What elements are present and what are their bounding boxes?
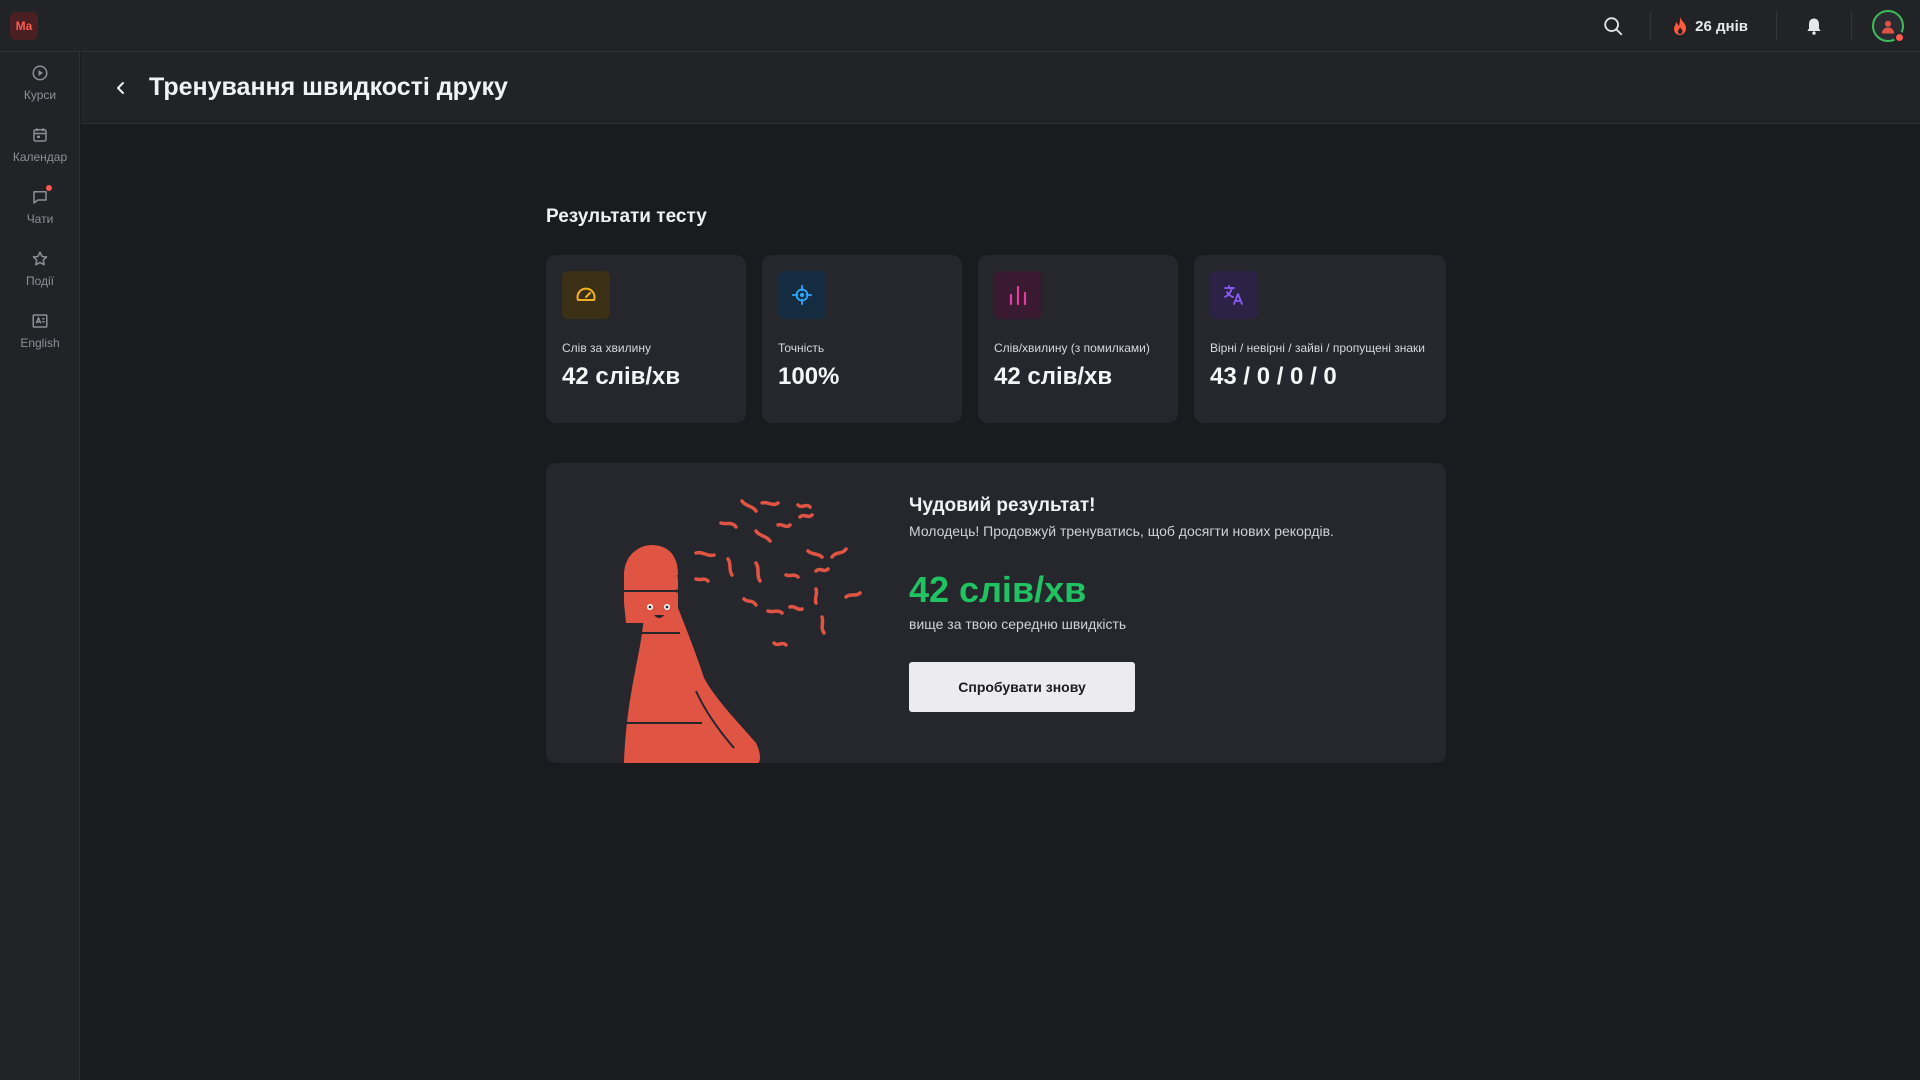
stat-card-characters: Вірні / невірні / зайві / пропущені знак… xyxy=(1194,255,1446,423)
stat-value: 100% xyxy=(778,363,840,390)
sidebar-item-label: Чати xyxy=(26,212,54,226)
search-icon xyxy=(1604,17,1623,36)
result-text: Чудовий результат! Молодець! Продовжуй т… xyxy=(909,495,1429,712)
card-icon-bg xyxy=(778,271,826,319)
chevron-left-icon xyxy=(117,81,124,94)
celebration-illustration xyxy=(623,499,862,763)
unread-badge xyxy=(46,185,52,191)
stat-card-accuracy: Точність 100% xyxy=(762,255,962,423)
stat-label: Слів за хвилину xyxy=(562,341,651,355)
stat-label: Вірні / невірні / зайві / пропущені знак… xyxy=(1210,341,1426,355)
fire-icon xyxy=(1674,17,1687,35)
user-icon xyxy=(1882,20,1894,34)
sidebar-item-calendar[interactable]: Календар xyxy=(0,114,80,176)
stat-card-wpm: Слів за хвилину 42 слів/хв xyxy=(546,255,746,423)
sidebar-item-label: Курси xyxy=(23,88,57,102)
app-logo[interactable]: Ma xyxy=(10,12,38,40)
book-icon xyxy=(32,314,48,328)
speedometer-icon xyxy=(576,287,596,301)
streak-text: 26 днів xyxy=(1695,17,1748,35)
sidebar-item-courses[interactable]: Курси xyxy=(0,52,80,114)
avatar[interactable] xyxy=(1872,10,1905,43)
sidebar-item-label: Події xyxy=(25,274,55,288)
stat-label: Слів/хвилину (з помилками) xyxy=(994,341,1150,355)
divider xyxy=(1776,11,1777,41)
result-speed: 42 слів/хв xyxy=(909,569,1087,610)
sidebar-item-label: English xyxy=(20,336,60,350)
result-subtitle: Молодець! Продовжуй тренуватись, щоб дос… xyxy=(909,523,1334,539)
chat-icon xyxy=(33,191,47,204)
play-circle-icon xyxy=(32,65,48,81)
bell-icon xyxy=(1807,18,1821,35)
bar-chart-icon xyxy=(1009,285,1027,306)
notifications-button[interactable] xyxy=(1797,9,1831,43)
back-button[interactable] xyxy=(109,76,133,100)
result-title: Чудовий результат! xyxy=(909,495,1096,516)
stat-value: 42 слів/хв xyxy=(562,363,681,390)
stat-value: 42 слів/хв xyxy=(994,363,1113,390)
stat-card-wpm-errors: Слів/хвилину (з помилками) 42 слів/хв xyxy=(978,255,1178,423)
page-title: Тренування швидкості друку xyxy=(149,73,508,101)
result-note: вище за твою середню швидкість xyxy=(909,616,1127,632)
results-section: Результати тесту Слів за хвилину 42 слів… xyxy=(546,206,1446,763)
streak-counter[interactable]: 26 днів xyxy=(1651,16,1776,36)
translate-icon xyxy=(1224,285,1243,305)
top-bar: Ma 26 днів xyxy=(0,0,1920,52)
avatar-status-badge xyxy=(1894,32,1905,43)
sidebar-item-english[interactable]: English xyxy=(0,300,80,362)
stat-value: 43 / 0 / 0 / 0 xyxy=(1210,363,1337,390)
search-button[interactable] xyxy=(1596,9,1630,43)
star-icon xyxy=(32,251,48,266)
page-header: Тренування швидкості друку xyxy=(81,52,1920,124)
result-summary-card: Чудовий результат! Молодець! Продовжуй т… xyxy=(546,463,1446,763)
calendar-icon xyxy=(33,128,47,142)
sidebar-item-chats[interactable]: Чати xyxy=(0,176,80,238)
chat-icon-wrap xyxy=(31,185,52,206)
card-icon-bg xyxy=(994,271,1042,319)
section-title: Результати тесту xyxy=(546,206,707,227)
divider xyxy=(1851,11,1852,41)
sidebar: Курси Календар Чати Події English xyxy=(0,52,80,1080)
stat-label: Точність xyxy=(778,341,825,355)
top-bar-actions: 26 днів xyxy=(1596,0,1920,52)
try-again-button[interactable]: Спробувати знову xyxy=(909,662,1135,712)
sidebar-item-events[interactable]: Події xyxy=(0,238,80,300)
sidebar-item-label: Календар xyxy=(12,150,68,164)
card-icon-bg xyxy=(1210,271,1258,319)
crosshair-icon xyxy=(791,284,813,306)
stat-cards: Слів за хвилину 42 слів/хв Точність 100%… xyxy=(546,255,1446,423)
card-icon-bg xyxy=(562,271,610,319)
